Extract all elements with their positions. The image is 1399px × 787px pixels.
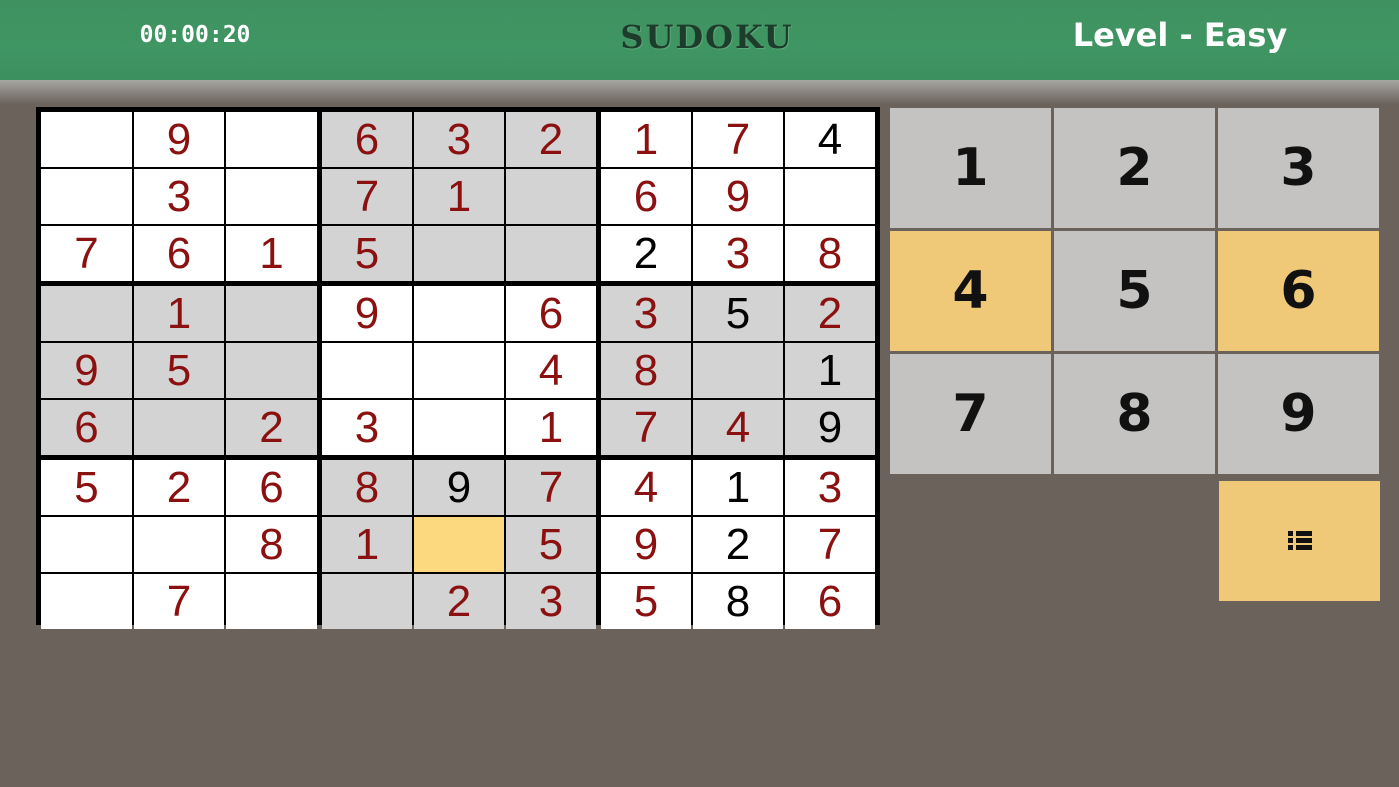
list-icon — [1287, 531, 1312, 551]
cell-r3-c4[interactable]: 5 — [322, 226, 412, 281]
key-1[interactable]: 1 — [890, 108, 1051, 228]
cell-r2-c9[interactable] — [785, 169, 875, 224]
menu-button[interactable] — [1219, 481, 1380, 601]
cell-r8-c2[interactable] — [134, 517, 224, 572]
cell-r9-c2[interactable]: 7 — [134, 574, 224, 629]
key-2[interactable]: 2 — [1054, 108, 1215, 228]
key-3[interactable]: 3 — [1218, 108, 1379, 228]
cell-r1-c4[interactable]: 6 — [322, 112, 412, 167]
cell-r5-c2[interactable]: 5 — [134, 343, 224, 398]
cell-r1-c7[interactable]: 1 — [601, 112, 691, 167]
cell-r8-c3[interactable]: 8 — [226, 517, 317, 572]
cell-r3-c2[interactable]: 6 — [134, 226, 224, 281]
cell-r5-c4[interactable] — [322, 343, 412, 398]
game-title: SUDOKU — [620, 18, 794, 56]
cell-r4-c4[interactable]: 9 — [322, 286, 412, 341]
cell-r5-c1[interactable]: 9 — [41, 343, 132, 398]
cell-r4-c1[interactable] — [41, 286, 132, 341]
cell-r2-c6[interactable] — [506, 169, 596, 224]
cell-r4-c8[interactable]: 5 — [693, 286, 783, 341]
cell-r2-c3[interactable] — [226, 169, 317, 224]
cell-r3-c3[interactable]: 1 — [226, 226, 317, 281]
cell-r1-c5[interactable]: 3 — [414, 112, 504, 167]
cell-r9-c5[interactable]: 2 — [414, 574, 504, 629]
cell-r9-c9[interactable]: 6 — [785, 574, 875, 629]
cell-r9-c3[interactable] — [226, 574, 317, 629]
cell-r3-c7[interactable]: 2 — [601, 226, 691, 281]
cell-r4-c2[interactable]: 1 — [134, 286, 224, 341]
cell-r6-c9[interactable]: 9 — [785, 400, 875, 455]
cell-r4-c5[interactable] — [414, 286, 504, 341]
cell-r4-c3[interactable] — [226, 286, 317, 341]
cell-r5-c9[interactable]: 1 — [785, 343, 875, 398]
cell-r1-c8[interactable]: 7 — [693, 112, 783, 167]
cell-r8-c9[interactable]: 7 — [785, 517, 875, 572]
cell-r8-c8[interactable]: 2 — [693, 517, 783, 572]
cell-r6-c5[interactable] — [414, 400, 504, 455]
cell-r6-c1[interactable]: 6 — [41, 400, 132, 455]
cell-r9-c7[interactable]: 5 — [601, 574, 691, 629]
cell-r1-c6[interactable]: 2 — [506, 112, 596, 167]
cell-r9-c4[interactable] — [322, 574, 412, 629]
cell-r3-c5[interactable] — [414, 226, 504, 281]
cell-r2-c2[interactable]: 3 — [134, 169, 224, 224]
cell-r8-c1[interactable] — [41, 517, 132, 572]
cell-r7-c4[interactable]: 8 — [322, 460, 412, 515]
cell-r1-c2[interactable]: 9 — [134, 112, 224, 167]
cell-r6-c8[interactable]: 4 — [693, 400, 783, 455]
cell-r7-c8[interactable]: 1 — [693, 460, 783, 515]
header-shadow — [0, 80, 1399, 104]
cell-r7-c2[interactable]: 2 — [134, 460, 224, 515]
cell-r2-c1[interactable] — [41, 169, 132, 224]
cell-r5-c7[interactable]: 8 — [601, 343, 691, 398]
cell-r3-c9[interactable]: 8 — [785, 226, 875, 281]
cell-r4-c6[interactable]: 6 — [506, 286, 596, 341]
cell-r4-c9[interactable]: 2 — [785, 286, 875, 341]
sudoku-board: 9632174371697615238196352954816231749526… — [36, 107, 880, 629]
level-label: Level - Easy — [1072, 16, 1288, 54]
cell-r7-c7[interactable]: 4 — [601, 460, 691, 515]
key-9[interactable]: 9 — [1218, 354, 1379, 474]
header-bar: 00:00:20 SUDOKU Level - Easy — [0, 0, 1399, 80]
cell-r5-c3[interactable] — [226, 343, 317, 398]
cell-r8-c4[interactable]: 1 — [322, 517, 412, 572]
cell-r6-c3[interactable]: 2 — [226, 400, 317, 455]
cell-r6-c6[interactable]: 1 — [506, 400, 596, 455]
cell-r7-c1[interactable]: 5 — [41, 460, 132, 515]
cell-r7-c9[interactable]: 3 — [785, 460, 875, 515]
cell-r2-c7[interactable]: 6 — [601, 169, 691, 224]
cell-r5-c5[interactable] — [414, 343, 504, 398]
cell-r7-c3[interactable]: 6 — [226, 460, 317, 515]
cell-r1-c3[interactable] — [226, 112, 317, 167]
timer: 00:00:20 — [139, 22, 251, 48]
cell-r2-c8[interactable]: 9 — [693, 169, 783, 224]
cell-r5-c8[interactable] — [693, 343, 783, 398]
cell-r3-c8[interactable]: 3 — [693, 226, 783, 281]
key-4[interactable]: 4 — [890, 231, 1051, 351]
key-7[interactable]: 7 — [890, 354, 1051, 474]
cell-r7-c5[interactable]: 9 — [414, 460, 504, 515]
cell-r9-c6[interactable]: 3 — [506, 574, 596, 629]
key-8[interactable]: 8 — [1054, 354, 1215, 474]
cell-r6-c2[interactable] — [134, 400, 224, 455]
cell-r6-c7[interactable]: 7 — [601, 400, 691, 455]
cell-r8-c7[interactable]: 9 — [601, 517, 691, 572]
cell-r8-c6[interactable]: 5 — [506, 517, 596, 572]
cell-r5-c6[interactable]: 4 — [506, 343, 596, 398]
cell-r2-c5[interactable]: 1 — [414, 169, 504, 224]
cell-r1-c9[interactable]: 4 — [785, 112, 875, 167]
cell-r6-c4[interactable]: 3 — [322, 400, 412, 455]
cell-r8-c5[interactable] — [414, 517, 504, 572]
key-6[interactable]: 6 — [1218, 231, 1379, 351]
key-5[interactable]: 5 — [1054, 231, 1215, 351]
cell-r3-c1[interactable]: 7 — [41, 226, 132, 281]
cell-r4-c7[interactable]: 3 — [601, 286, 691, 341]
cell-r9-c1[interactable] — [41, 574, 132, 629]
cell-r1-c1[interactable] — [41, 112, 132, 167]
cell-r9-c8[interactable]: 8 — [693, 574, 783, 629]
cell-r7-c6[interactable]: 7 — [506, 460, 596, 515]
cell-r3-c6[interactable] — [506, 226, 596, 281]
cell-r2-c4[interactable]: 7 — [322, 169, 412, 224]
